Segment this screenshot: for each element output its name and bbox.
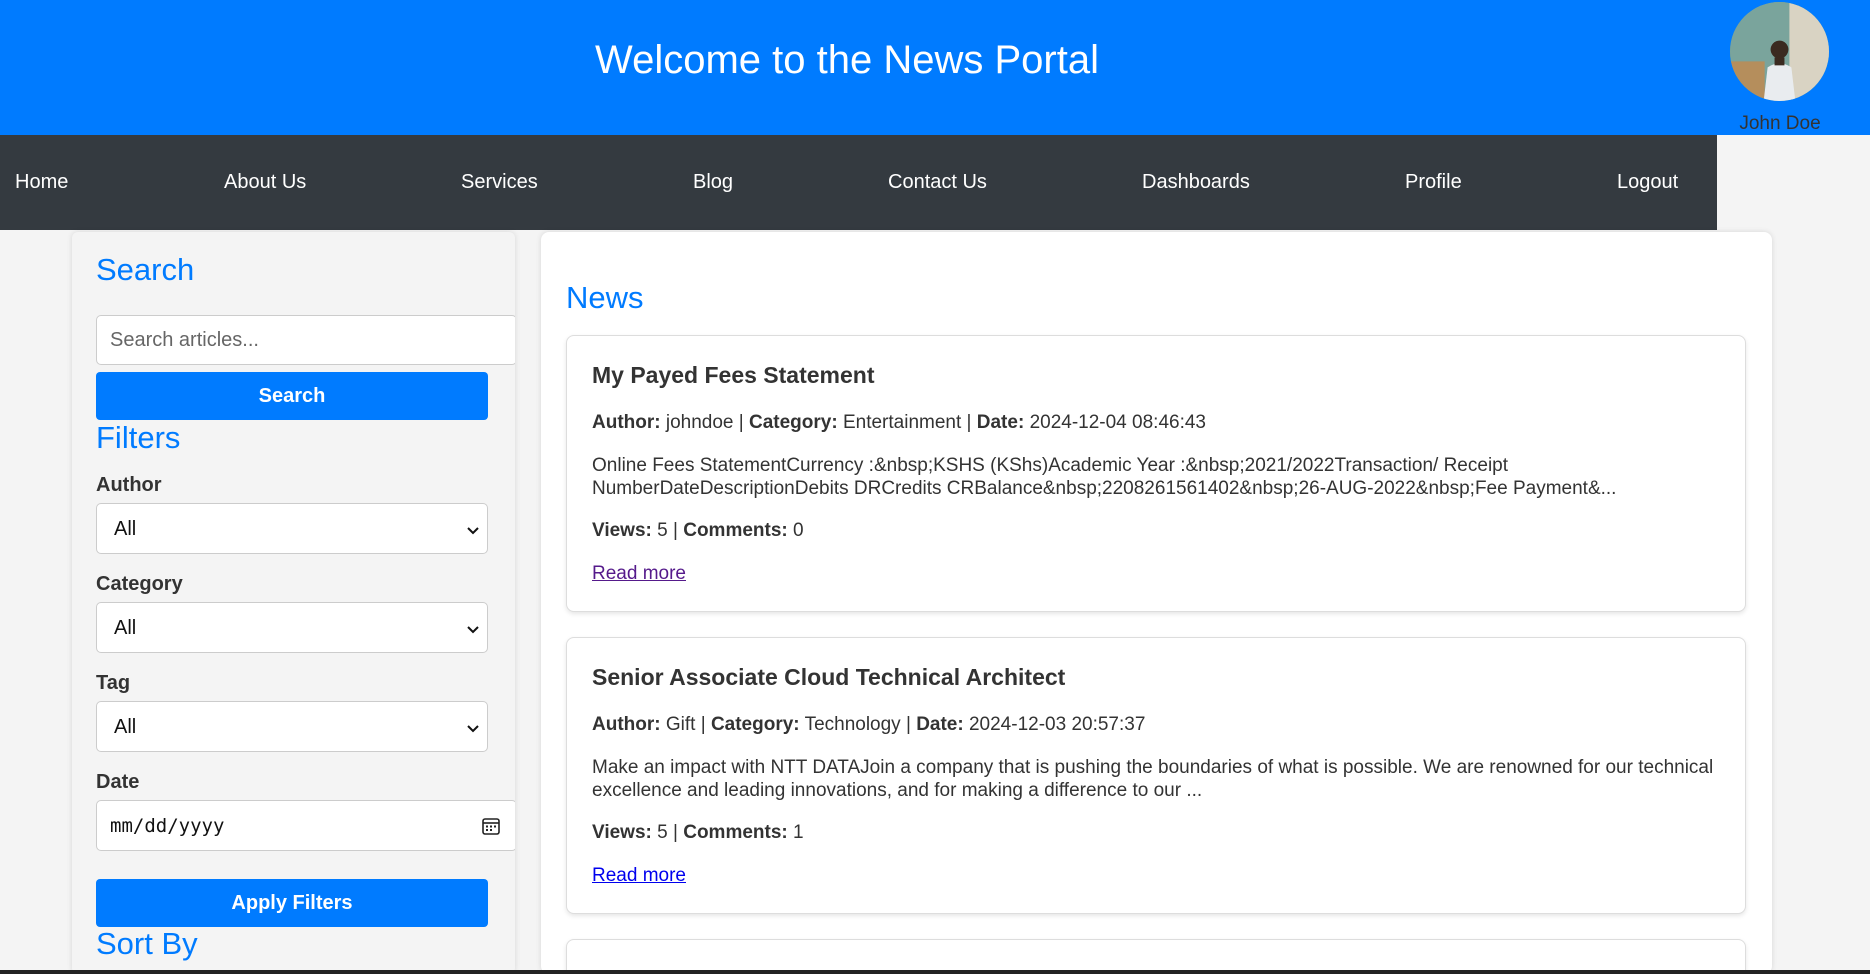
author-select[interactable]: All xyxy=(96,503,488,554)
site-header: Welcome to the News Portal John Doe xyxy=(0,0,1870,135)
meta-separator: | xyxy=(733,412,749,433)
nav-item-blog[interactable]: Blog xyxy=(693,171,733,194)
apply-filters-button[interactable]: Apply Filters xyxy=(96,879,488,927)
page-title: Welcome to the News Portal xyxy=(595,38,1099,82)
article-title: Senior Associate Cloud Technical Archite… xyxy=(592,664,1066,690)
user-name: John Doe xyxy=(1739,113,1821,134)
news-card xyxy=(566,939,1746,974)
article-category: Technology xyxy=(804,714,901,735)
category-select-value: All xyxy=(114,617,137,639)
nav-item-profile[interactable]: Profile xyxy=(1405,171,1462,194)
filters-heading: Filters xyxy=(96,420,181,455)
article-excerpt: Make an impact with NTT DATAJoin a compa… xyxy=(592,757,1714,801)
date-meta-label: Date: xyxy=(916,714,964,735)
news-card: Senior Associate Cloud Technical Archite… xyxy=(566,637,1746,914)
nav-item-home[interactable]: Home xyxy=(15,171,68,194)
news-main: News My Payed Fees Statement Author: joh… xyxy=(541,232,1772,974)
meta-separator: | xyxy=(695,714,711,735)
article-meta: Author: johndoe | Category: Entertainmen… xyxy=(592,412,1206,434)
category-meta-label: Category: xyxy=(749,412,838,433)
article-stats: Views: 5 | Comments: 0 xyxy=(592,520,804,542)
stats-separator: | xyxy=(667,822,684,843)
nav-item-contact-us[interactable]: Contact Us xyxy=(888,171,987,194)
article-comments: 1 xyxy=(793,822,804,843)
author-select-value: All xyxy=(114,518,137,540)
author-meta-label: Author: xyxy=(592,412,661,433)
search-button[interactable]: Search xyxy=(96,372,488,420)
search-heading: Search xyxy=(96,252,195,287)
read-more-link[interactable]: Read more xyxy=(592,865,686,887)
news-card: My Payed Fees Statement Author: johndoe … xyxy=(566,335,1746,612)
stats-separator: | xyxy=(667,520,684,541)
article-author: Gift xyxy=(665,714,696,735)
article-stats: Views: 5 | Comments: 1 xyxy=(592,822,804,844)
article-views: 5 xyxy=(657,520,668,541)
views-label: Views: xyxy=(592,520,652,541)
sort-by-heading: Sort By xyxy=(96,926,198,961)
nav-item-about-us[interactable]: About Us xyxy=(224,171,306,194)
chevron-down-icon xyxy=(467,626,479,634)
meta-separator: | xyxy=(900,714,917,735)
author-meta-label: Author: xyxy=(592,714,661,735)
tag-select[interactable]: All xyxy=(96,701,488,752)
main-nav: Home About Us Services Blog Contact Us D… xyxy=(0,135,1717,230)
article-author: johndoe xyxy=(665,412,734,433)
comments-label: Comments: xyxy=(683,822,788,843)
chevron-down-icon xyxy=(467,725,479,733)
article-excerpt: Online Fees StatementCurrency :&nbsp;KSH… xyxy=(592,455,1617,499)
date-meta-label: Date: xyxy=(976,412,1025,433)
news-heading: News xyxy=(566,280,644,315)
meta-separator: | xyxy=(961,412,977,433)
category-select[interactable]: All xyxy=(96,602,488,653)
article-date: 2024-12-04 08:46:43 xyxy=(1029,412,1206,433)
window-bottom-edge xyxy=(0,970,1870,974)
article-title: My Payed Fees Statement xyxy=(592,362,875,388)
nav-item-services[interactable]: Services xyxy=(461,171,538,194)
nav-item-logout[interactable]: Logout xyxy=(1617,171,1678,194)
avatar-photo-icon xyxy=(1730,2,1829,101)
author-label: Author xyxy=(96,474,162,496)
comments-label: Comments: xyxy=(683,520,788,541)
chevron-down-icon xyxy=(467,527,479,535)
avatar[interactable] xyxy=(1730,2,1829,101)
date-field-value: mm/dd/yyyy xyxy=(110,815,225,837)
article-views: 5 xyxy=(657,822,668,843)
article-comments: 0 xyxy=(793,520,804,541)
views-label: Views: xyxy=(592,822,652,843)
read-more-link[interactable]: Read more xyxy=(592,563,686,585)
sidebar: Search Search Filters Author All Categor… xyxy=(72,232,515,974)
user-profile[interactable]: John Doe xyxy=(1722,0,1838,135)
calendar-icon[interactable] xyxy=(481,816,501,836)
article-meta: Author: Gift | Category: Technology | Da… xyxy=(592,714,1145,736)
article-date: 2024-12-03 20:57:37 xyxy=(968,714,1146,735)
category-label: Category xyxy=(96,573,183,595)
tag-select-value: All xyxy=(114,716,137,738)
tag-label: Tag xyxy=(96,672,131,694)
article-category: Entertainment xyxy=(842,412,962,433)
date-field[interactable]: mm/dd/yyyy xyxy=(96,800,515,851)
category-meta-label: Category: xyxy=(710,714,800,735)
search-input[interactable] xyxy=(96,315,515,365)
date-label: Date xyxy=(96,771,140,793)
nav-item-dashboards[interactable]: Dashboards xyxy=(1142,171,1250,194)
